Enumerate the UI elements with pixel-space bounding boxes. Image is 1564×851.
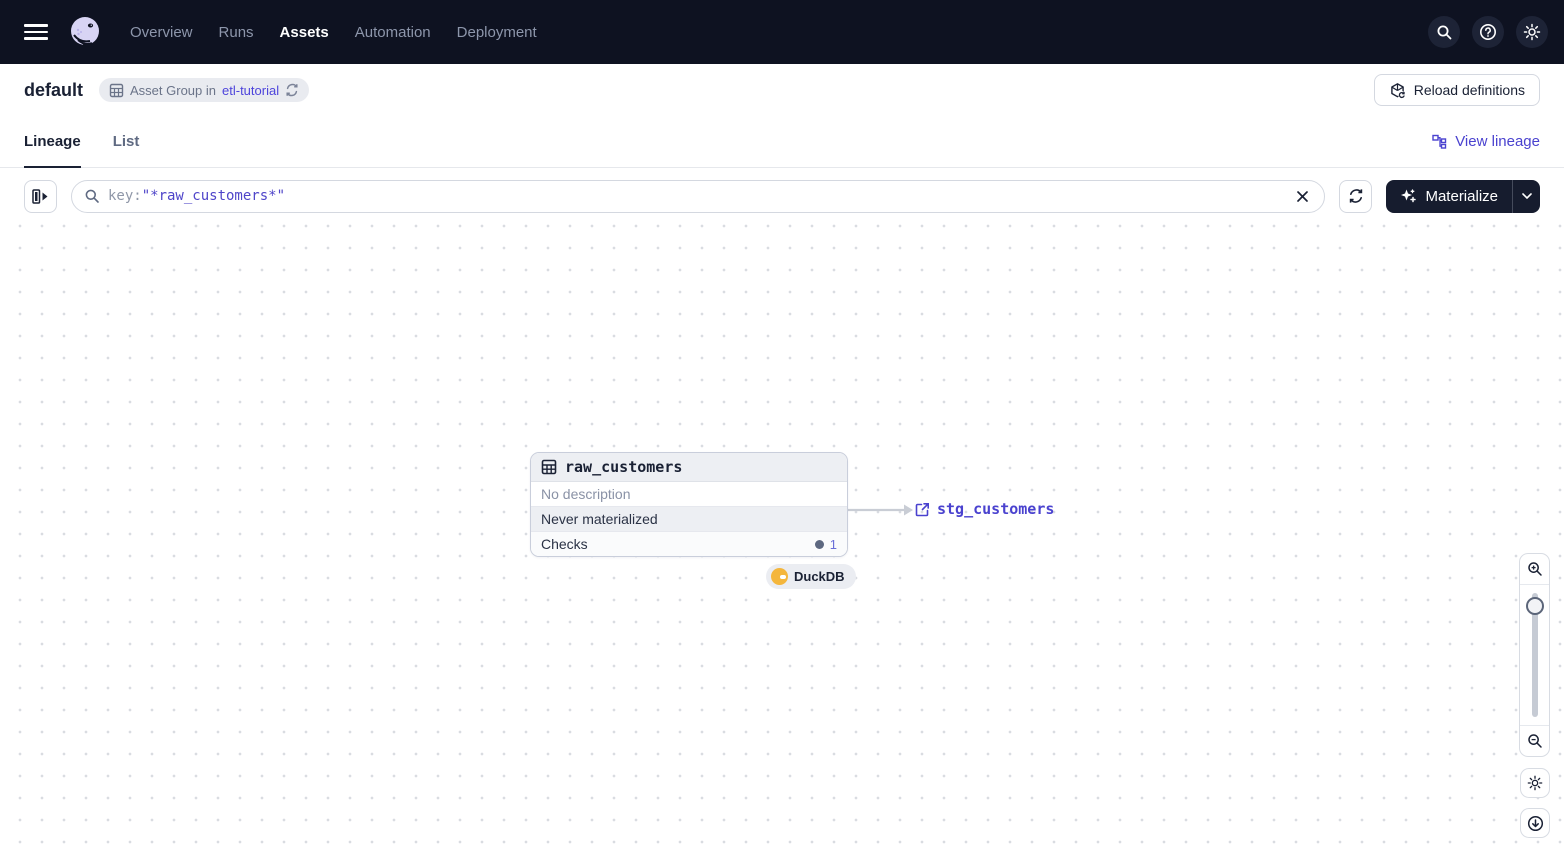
materialize-split-button: Materialize — [1386, 179, 1540, 213]
zoom-out-button[interactable] — [1520, 726, 1549, 756]
check-status-dot — [814, 539, 824, 549]
code-location-icon — [1390, 82, 1405, 98]
toggle-sidebar-button[interactable] — [24, 179, 57, 213]
graph-settings-button[interactable] — [1520, 768, 1550, 798]
kind-tag-label: DuckDB — [794, 569, 845, 584]
page-title: default — [24, 79, 84, 100]
lineage-graph-icon — [1432, 134, 1447, 149]
nav-item-overview[interactable]: Overview — [130, 24, 193, 41]
top-navbar: Overview Runs Assets Automation Deployme… — [0, 0, 1564, 64]
kind-tag-duckdb[interactable]: DuckDB — [766, 564, 856, 589]
asset-description: No description — [531, 482, 847, 506]
search-button[interactable] — [1428, 16, 1460, 48]
table-icon — [109, 83, 124, 97]
zoom-out-icon — [1527, 734, 1542, 748]
tab-list[interactable]: List — [113, 116, 140, 168]
asset-search-input[interactable]: key:"*raw_customers*" — [71, 179, 1326, 213]
lineage-toolbar: key:"*raw_customers*" Materialize — [0, 168, 1564, 224]
asset-materialization-status: Never materialized — [531, 506, 847, 532]
search-query-text: key:"*raw_customers*" — [108, 188, 1282, 204]
search-query-key: key: — [108, 188, 142, 204]
duckdb-icon — [771, 568, 788, 585]
lineage-canvas[interactable]: raw_customers No description Never mater… — [0, 224, 1564, 851]
asset-checks-row[interactable]: Checks 1 — [531, 532, 847, 556]
search-query-value: "*raw_customers*" — [141, 188, 286, 204]
chevron-down-icon — [1521, 193, 1532, 199]
view-lineage-link[interactable]: View lineage — [1432, 133, 1540, 150]
navbar-actions — [1428, 16, 1548, 48]
checks-count: 1 — [829, 536, 837, 552]
help-icon — [1480, 24, 1496, 40]
lineage-edge — [846, 504, 913, 516]
checks-label: Checks — [541, 536, 588, 552]
zoom-slider-handle[interactable] — [1525, 597, 1544, 615]
nav-item-automation[interactable]: Automation — [355, 24, 431, 41]
asset-group-badge: Asset Group in etl-tutorial — [99, 78, 310, 102]
view-lineage-label: View lineage — [1455, 133, 1540, 150]
downstream-asset-name: stg_customers — [937, 500, 1055, 518]
close-icon — [1297, 190, 1308, 202]
help-button[interactable] — [1472, 16, 1504, 48]
arrow-down-circle-icon — [1527, 815, 1543, 831]
reload-definitions-label: Reload definitions — [1413, 82, 1525, 98]
asset-node-header[interactable]: raw_customers — [531, 453, 847, 482]
nav-item-deployment[interactable]: Deployment — [457, 24, 537, 41]
search-icon — [85, 189, 99, 203]
materialize-label: Materialize — [1425, 187, 1498, 205]
materialize-dropdown-button[interactable] — [1512, 179, 1540, 213]
panel-open-icon — [32, 188, 48, 204]
search-icon — [1437, 25, 1451, 39]
table-icon — [541, 459, 557, 475]
settings-button[interactable] — [1516, 16, 1548, 48]
zoom-slider[interactable] — [1520, 584, 1549, 726]
gear-icon — [1527, 775, 1543, 791]
recenter-view-button[interactable] — [1520, 808, 1550, 838]
sparkle-icon — [1401, 188, 1417, 202]
clear-search-button[interactable] — [1290, 184, 1314, 208]
nav-item-assets[interactable]: Assets — [280, 24, 329, 41]
downstream-asset-stg-customers[interactable]: stg_customers — [915, 500, 1054, 518]
refresh-graph-button[interactable] — [1339, 179, 1373, 213]
asset-name: raw_customers — [565, 458, 683, 476]
dagster-logo-icon[interactable] — [66, 13, 104, 51]
page-header: default Asset Group in etl-tutorial Relo… — [0, 64, 1564, 116]
badge-code-location-link[interactable]: etl-tutorial — [222, 83, 279, 98]
tab-lineage[interactable]: Lineage — [24, 116, 81, 168]
asset-node-raw-customers[interactable]: raw_customers No description Never mater… — [530, 452, 848, 557]
nav-item-runs[interactable]: Runs — [219, 24, 254, 41]
zoom-in-button[interactable] — [1520, 554, 1549, 584]
reload-definitions-button[interactable]: Reload definitions — [1373, 74, 1540, 106]
badge-prefix: Asset Group in — [130, 82, 217, 98]
primary-nav: Overview Runs Assets Automation Deployme… — [130, 24, 537, 41]
sync-icon[interactable] — [285, 83, 299, 97]
zoom-in-icon — [1527, 562, 1542, 576]
open-external-icon — [915, 502, 929, 516]
zoom-controls — [1519, 553, 1550, 757]
refresh-icon — [1349, 189, 1363, 203]
materialize-button[interactable]: Materialize — [1386, 180, 1512, 213]
menu-icon[interactable] — [24, 20, 48, 44]
gear-icon — [1523, 23, 1541, 41]
tabs-row: Lineage List View lineage — [0, 116, 1564, 168]
